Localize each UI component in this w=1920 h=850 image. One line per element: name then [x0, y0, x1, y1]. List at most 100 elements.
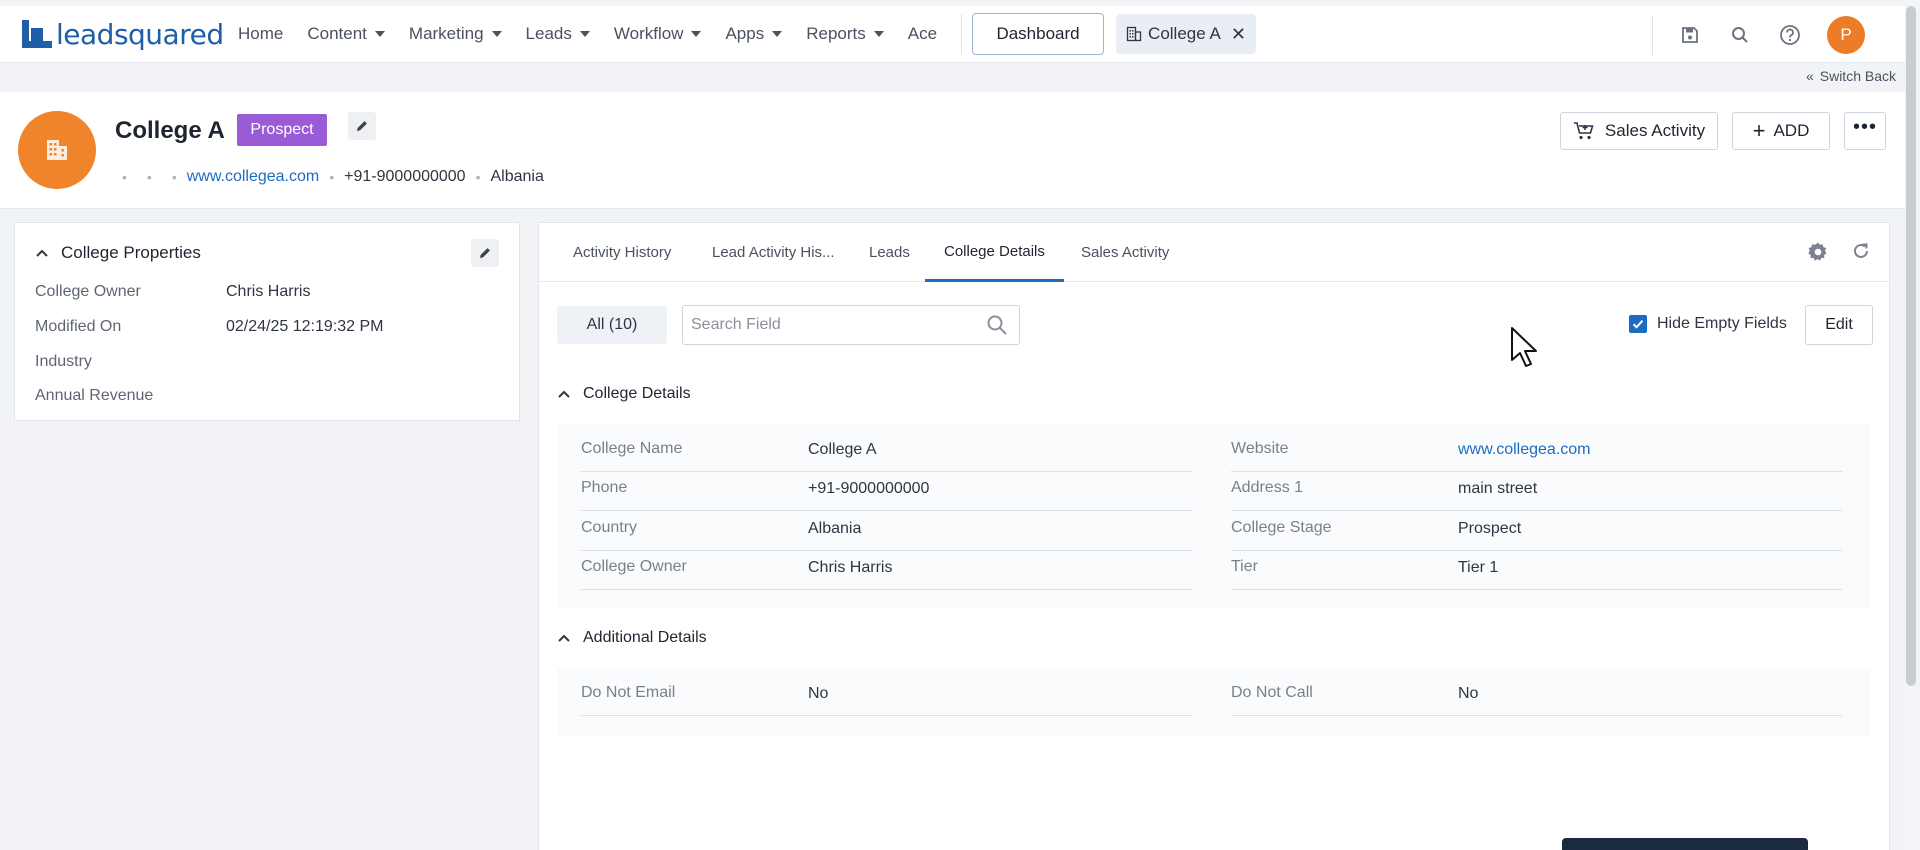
tab-bar: Activity History Lead Activity His... Le…: [539, 223, 1889, 282]
switch-back-label: Switch Back: [1819, 68, 1896, 84]
scrollbar-thumb[interactable]: [1906, 6, 1916, 686]
field-website: Website www.collegea.com: [1231, 434, 1842, 472]
user-avatar[interactable]: P: [1827, 15, 1865, 54]
phone-text[interactable]: +91-9000000000: [344, 168, 465, 186]
sales-activity-button[interactable]: Sales Activity: [1560, 112, 1718, 150]
field-value: Chris Harris: [808, 559, 893, 576]
dashboard-button[interactable]: Dashboard: [972, 13, 1105, 55]
edit-header-button[interactable]: [348, 112, 376, 140]
nav-marketing-menu[interactable]: Marketing: [409, 24, 502, 44]
tab-sales-activity[interactable]: Sales Activity: [1081, 223, 1169, 282]
open-tab-college-a[interactable]: College A ✕: [1116, 14, 1256, 54]
more-options-button[interactable]: •••: [1844, 112, 1886, 150]
gear-icon[interactable]: [1807, 241, 1829, 263]
search-icon[interactable]: [1727, 22, 1753, 48]
save-icon[interactable]: [1677, 22, 1703, 48]
college-details-section: College Name College A Website www.colle…: [557, 424, 1871, 609]
all-fields-filter[interactable]: All (10): [557, 306, 667, 344]
tab-lead-activity-history[interactable]: Lead Activity His...: [712, 223, 835, 282]
logo-mark-icon: [22, 20, 52, 48]
nav-reports-menu[interactable]: Reports: [806, 24, 884, 44]
caret-down-icon: [772, 31, 783, 37]
open-tab-label: College A: [1148, 24, 1221, 43]
add-label: ADD: [1773, 121, 1810, 140]
chevron-up-icon: [35, 248, 49, 258]
nav-item-label: Workflow: [613, 24, 684, 43]
mouse-cursor-icon: [1510, 326, 1540, 373]
property-value: 02/24/25 12:19:32 PM: [226, 318, 384, 335]
nav-leads-menu[interactable]: Leads: [526, 24, 590, 44]
field-label: Do Not Email: [581, 684, 676, 701]
nav-workflow-menu[interactable]: Workflow: [614, 24, 702, 44]
property-key: Modified On: [35, 318, 122, 335]
nav-divider: [961, 14, 963, 54]
top-navigation: leadsquared Home Content Marketing Leads Wor…: [0, 6, 1905, 63]
nav-divider: [1652, 14, 1653, 55]
field-value: College A: [808, 441, 877, 458]
additional-details-section: Do Not Email No Do Not Call No: [557, 668, 1871, 737]
switch-back-link[interactable]: « Switch Back: [1806, 68, 1896, 84]
pencil-icon: [355, 119, 369, 133]
nav-item-label: Home: [238, 24, 284, 43]
field-label: College Owner: [581, 558, 687, 575]
field-tier: Tier Tier 1: [1231, 552, 1842, 590]
nav-item-label: Marketing: [408, 24, 484, 43]
field-value: +91-9000000000: [808, 480, 930, 497]
field-value: Albania: [808, 520, 862, 537]
nav-home-link[interactable]: Home: [238, 24, 283, 44]
close-tab-icon[interactable]: ✕: [1231, 24, 1246, 45]
caret-down-icon: [491, 31, 502, 37]
field-label: Phone: [581, 479, 628, 496]
field-address-1: Address 1 main street: [1231, 473, 1842, 511]
nav-item-label: Ace: [907, 24, 938, 43]
field-label: Do Not Call: [1231, 684, 1313, 701]
nav-content-menu[interactable]: Content: [307, 24, 385, 44]
field-phone: Phone +91-9000000000: [581, 473, 1192, 511]
field-college-name: College Name College A: [581, 434, 1192, 472]
caret-down-icon: [691, 31, 702, 37]
tab-activity-history[interactable]: Activity History: [573, 223, 671, 282]
field-college-stage: College Stage Prospect: [1231, 513, 1842, 551]
help-icon[interactable]: [1777, 22, 1803, 48]
floating-action-button[interactable]: [1562, 838, 1808, 850]
checkbox-checked-icon[interactable]: [1629, 315, 1647, 333]
refresh-icon[interactable]: [1851, 241, 1871, 263]
caret-down-icon: [873, 31, 884, 37]
hide-empty-fields-toggle[interactable]: Hide Empty Fields: [1629, 315, 1787, 333]
website-link[interactable]: www.collegea.com: [187, 168, 320, 186]
field-college-owner: College Owner Chris Harris: [581, 552, 1192, 590]
property-key: College Owner: [35, 283, 141, 300]
edit-button[interactable]: Edit: [1805, 305, 1873, 345]
add-button[interactable]: + ADD: [1732, 112, 1830, 150]
nav-item-label: Leads: [525, 24, 572, 43]
field-label: Address 1: [1231, 479, 1304, 496]
stage-badge[interactable]: Prospect: [237, 114, 327, 146]
section-title: Additional Details: [583, 629, 707, 646]
field-value: No: [1458, 685, 1479, 702]
search-field-input[interactable]: [682, 305, 1020, 345]
building-icon: [1126, 26, 1142, 42]
building-icon: [44, 137, 70, 163]
field-label: Website: [1231, 440, 1289, 457]
field-country: Country Albania: [581, 513, 1192, 551]
nav-item-label: Apps: [725, 24, 765, 43]
nav-ace-link[interactable]: Ace: [908, 24, 937, 44]
search-icon[interactable]: [986, 314, 1008, 336]
edit-properties-button[interactable]: [471, 239, 499, 267]
ellipsis-icon: •••: [1852, 116, 1877, 138]
additional-details-section-header[interactable]: Additional Details: [557, 629, 707, 647]
property-value: Chris Harris: [226, 283, 311, 300]
contact-info-row: • • • www.collegea.com • +91-9000000000 …: [122, 168, 544, 186]
sales-activity-label: Sales Activity: [1604, 121, 1706, 140]
college-properties-header[interactable]: College Properties: [35, 243, 201, 263]
tab-leads[interactable]: Leads: [869, 223, 910, 282]
logo[interactable]: leadsquared: [22, 18, 232, 51]
college-details-section-header[interactable]: College Details: [557, 385, 691, 403]
tab-college-details[interactable]: College Details: [925, 223, 1064, 282]
field-do-not-call: Do Not Call No: [1231, 678, 1842, 716]
website-link[interactable]: www.collegea.com: [1458, 441, 1591, 459]
plus-icon: +: [1752, 118, 1766, 143]
separator-dot: •: [122, 169, 127, 185]
field-value: main street: [1458, 480, 1538, 497]
nav-apps-menu[interactable]: Apps: [725, 24, 783, 44]
